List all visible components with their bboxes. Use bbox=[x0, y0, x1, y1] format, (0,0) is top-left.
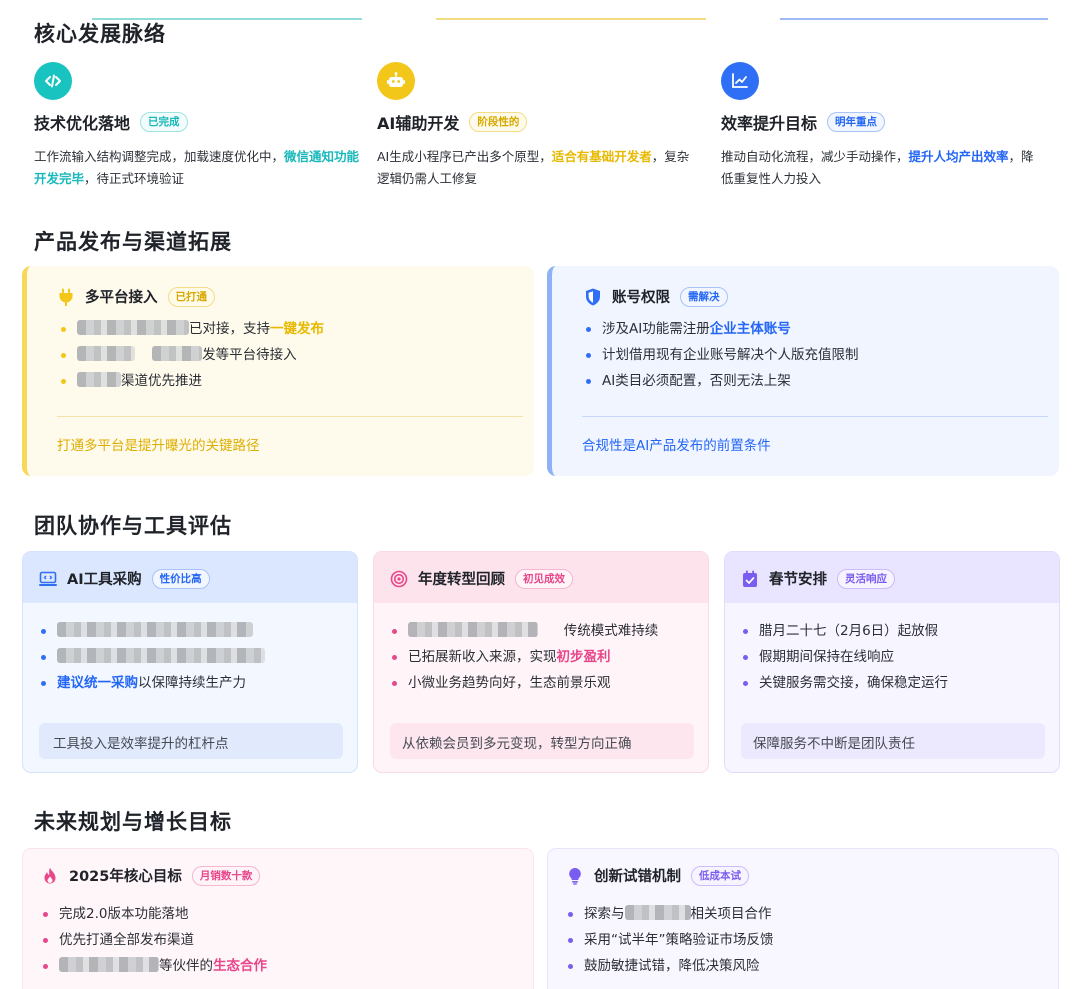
list-item: 假期期间保持在线响应 bbox=[743, 644, 948, 670]
platform-list: 已对接，支持一键发布 发等平台待接入 渠道优先推进 bbox=[61, 316, 324, 394]
redacted-text bbox=[77, 346, 135, 361]
section-title-future: 未来规划与增长目标 bbox=[34, 810, 232, 834]
account-list: 涉及AI功能需注册企业主体账号 计划借用现有企业账号解决个人版充值限制 AI类目… bbox=[586, 316, 859, 394]
tools-list: 建议统一采购以保障持续生产力 bbox=[41, 618, 265, 696]
status-badge: 初见成效 bbox=[515, 568, 573, 589]
status-badge: 需解决 bbox=[680, 286, 728, 307]
list-item: 探索与 相关项目合作 bbox=[568, 901, 774, 927]
list-item bbox=[41, 644, 265, 670]
status-badge: 低成本试 bbox=[691, 865, 749, 886]
list-item: 已对接，支持一键发布 bbox=[61, 316, 324, 342]
list-item: 传统模式难持续 bbox=[392, 618, 658, 644]
list-item: 渠道优先推进 bbox=[61, 368, 324, 394]
timeline-desc: 推动自动化流程，减少手动操作，提升人均产出效率，降低重复性人力投入 bbox=[721, 149, 1034, 186]
list-item: 已拓展新收入来源，实现初步盈利 bbox=[392, 644, 658, 670]
status-badge: 灵活响应 bbox=[837, 568, 895, 589]
section-title-timeline: 核心发展脉络 bbox=[34, 22, 166, 46]
status-badge: 明年重点 bbox=[827, 112, 886, 132]
timeline-connector bbox=[92, 18, 362, 20]
list-item: AI类目必须配置，否则无法上架 bbox=[586, 368, 859, 394]
list-item: 小微业务趋势向好，生态前景乐观 bbox=[392, 670, 658, 696]
calendar-check-icon bbox=[741, 570, 759, 588]
goal-card: 2025年核心目标 月销数十款 完成2.0版本功能落地 优先打通全部发布渠道 等… bbox=[22, 848, 534, 989]
redacted-text bbox=[152, 346, 203, 361]
card-title: AI工具采购 bbox=[67, 572, 142, 588]
target-icon bbox=[390, 570, 408, 588]
timeline-title: 效率提升目标 bbox=[721, 114, 818, 133]
divider bbox=[582, 416, 1048, 417]
list-item: 优先打通全部发布渠道 bbox=[43, 927, 267, 953]
redacted-text bbox=[77, 320, 189, 335]
tools-card: AI工具采购 性价比高 建议统一采购以保障持续生产力 工具投入是效率提升的杠杆点 bbox=[22, 551, 358, 773]
lightbulb-icon bbox=[566, 867, 584, 885]
laptop-code-icon bbox=[39, 570, 57, 588]
goal-list: 完成2.0版本功能落地 优先打通全部发布渠道 等伙伴的生态合作 bbox=[43, 901, 267, 979]
holiday-list: 腊月二十七（2月6日）起放假 假期期间保持在线响应 关键服务需交接，确保稳定运行 bbox=[743, 618, 948, 696]
card-title: 多平台接入 bbox=[85, 290, 158, 306]
list-item: 鼓励敏捷试错，降低决策风险 bbox=[568, 953, 774, 979]
trial-list: 探索与 相关项目合作 采用“试半年”策略验证市场反馈 鼓励敏捷试错，降低决策风险 bbox=[568, 901, 774, 979]
timeline-desc: 工作流输入结构调整完成，加载速度优化中，微信通知功能开发完毕，待正式环境验证 bbox=[34, 149, 360, 186]
shield-icon bbox=[584, 288, 602, 306]
card-title: 春节安排 bbox=[769, 572, 827, 588]
section-title-release: 产品发布与渠道拓展 bbox=[34, 230, 232, 254]
timeline-desc: AI生成小程序已产出多个原型，适合有基础开发者，复杂逻辑仍需人工修复 bbox=[377, 149, 690, 186]
divider bbox=[57, 416, 523, 417]
status-badge: 性价比高 bbox=[151, 568, 210, 589]
list-item: 采用“试半年”策略验证市场反馈 bbox=[568, 927, 774, 953]
timeline-connector bbox=[436, 18, 706, 20]
list-item: 关键服务需交接，确保稳定运行 bbox=[743, 670, 948, 696]
code-icon bbox=[34, 62, 72, 100]
status-badge: 阶段性的 bbox=[469, 112, 528, 132]
section-title-team: 团队协作与工具评估 bbox=[34, 514, 232, 538]
timeline-connector bbox=[780, 18, 1048, 20]
card-footnote: 打通多平台是提升曝光的关键路径 bbox=[57, 438, 260, 454]
platform-card: 多平台接入 已打通 已对接，支持一键发布 发等平台待接入 渠道优先推进 打通多平… bbox=[22, 266, 534, 476]
trial-card: 创新试错机制 低成本试 探索与 相关项目合作 采用“试半年”策略验证市场反馈 鼓励… bbox=[547, 848, 1059, 989]
status-badge: 已完成 bbox=[140, 112, 188, 132]
robot-icon bbox=[377, 62, 415, 100]
holiday-card: 春节安排 灵活响应 腊月二十七（2月6日）起放假 假期期间保持在线响应 关键服务… bbox=[724, 551, 1060, 773]
plug-icon bbox=[57, 288, 75, 306]
list-item: 计划借用现有企业账号解决个人版充值限制 bbox=[586, 342, 859, 368]
list-item: 完成2.0版本功能落地 bbox=[43, 901, 267, 927]
timeline-title: 技术优化落地 bbox=[34, 114, 131, 133]
card-title: 账号权限 bbox=[612, 290, 670, 306]
chart-icon bbox=[721, 62, 759, 100]
list-item: 涉及AI功能需注册企业主体账号 bbox=[586, 316, 859, 342]
card-title: 2025年核心目标 bbox=[69, 869, 182, 885]
redacted-text bbox=[59, 957, 159, 972]
list-item bbox=[41, 618, 265, 644]
redacted-text bbox=[624, 905, 691, 920]
list-item: 建议统一采购以保障持续生产力 bbox=[41, 670, 265, 696]
list-item: 腊月二十七（2月6日）起放假 bbox=[743, 618, 948, 644]
account-card: 账号权限 需解决 涉及AI功能需注册企业主体账号 计划借用现有企业账号解决个人版… bbox=[547, 266, 1059, 476]
review-list: 传统模式难持续 已拓展新收入来源，实现初步盈利 小微业务趋势向好，生态前景乐观 bbox=[392, 618, 658, 696]
status-badge: 已打通 bbox=[167, 286, 215, 307]
card-footnote: 合规性是AI产品发布的前置条件 bbox=[582, 438, 771, 454]
redacted-text bbox=[77, 372, 121, 387]
card-footnote: 从依赖会员到多元变现，转型方向正确 bbox=[402, 736, 632, 752]
redacted-text bbox=[408, 622, 538, 637]
card-footnote: 保障服务不中断是团队责任 bbox=[753, 736, 915, 752]
status-badge: 月销数十款 bbox=[191, 865, 261, 886]
redacted-text bbox=[57, 622, 253, 637]
redacted-text bbox=[57, 648, 265, 663]
review-card: 年度转型回顾 初见成效 传统模式难持续 已拓展新收入来源，实现初步盈利 小微业务… bbox=[373, 551, 709, 773]
list-item: 发等平台待接入 bbox=[61, 342, 324, 368]
card-title: 创新试错机制 bbox=[594, 869, 681, 885]
card-footnote: 工具投入是效率提升的杠杆点 bbox=[53, 736, 229, 752]
fire-icon bbox=[41, 867, 59, 885]
card-title: 年度转型回顾 bbox=[418, 572, 505, 588]
list-item: 等伙伴的生态合作 bbox=[43, 953, 267, 979]
timeline-title: AI辅助开发 bbox=[377, 114, 460, 133]
